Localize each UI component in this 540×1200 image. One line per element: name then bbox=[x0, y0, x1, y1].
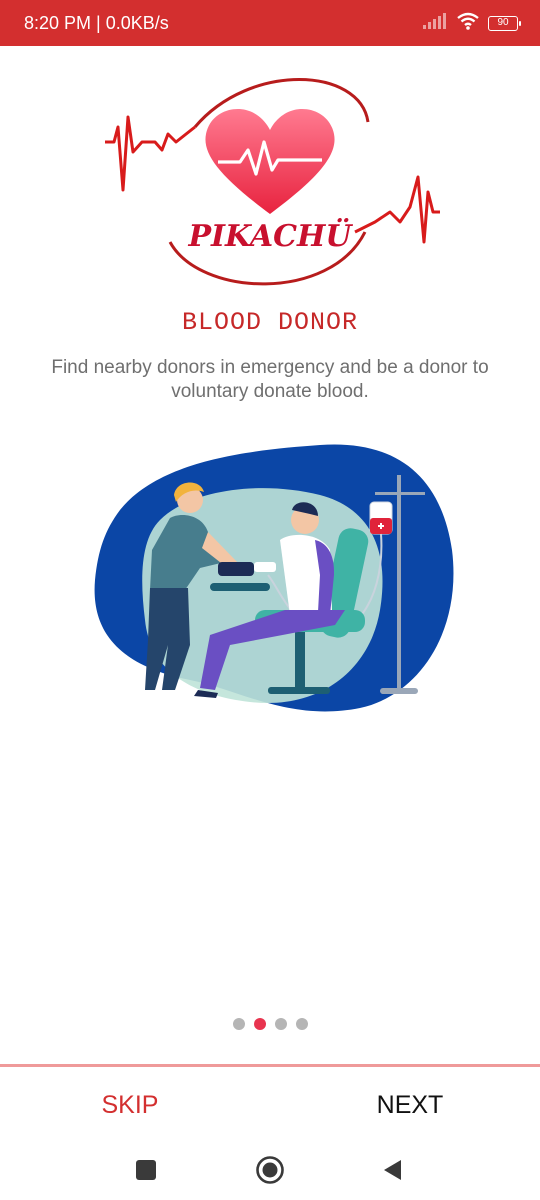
recent-apps-icon[interactable] bbox=[128, 1152, 164, 1188]
page-indicator-dot[interactable] bbox=[232, 1018, 245, 1030]
page-indicator-dot[interactable] bbox=[295, 1018, 308, 1030]
signal-icon bbox=[422, 12, 448, 34]
wifi-icon bbox=[456, 12, 480, 35]
page-description: Find nearby donors in emergency and be a… bbox=[51, 357, 489, 402]
back-icon[interactable] bbox=[374, 1152, 410, 1188]
blood-donation-illustration bbox=[90, 440, 460, 720]
page-indicator bbox=[0, 1018, 540, 1030]
next-button[interactable]: NEXT bbox=[320, 1080, 500, 1130]
battery-icon: 90 bbox=[488, 15, 521, 31]
home-icon[interactable] bbox=[252, 1152, 288, 1188]
status-time: 8:20 PM | 0.0KB/s bbox=[24, 12, 169, 33]
brand-text: PIKACHÜ bbox=[187, 217, 353, 254]
page-title: BLOOD DONOR bbox=[181, 308, 359, 337]
system-nav-bar bbox=[0, 1138, 540, 1200]
status-bar: 8:20 PM | 0.0KB/s 90 bbox=[0, 0, 540, 46]
footer-divider bbox=[0, 1064, 540, 1067]
status-icons: 90 bbox=[422, 12, 521, 35]
page-indicator-dot-active[interactable] bbox=[253, 1018, 266, 1030]
page-indicator-dot[interactable] bbox=[274, 1018, 287, 1030]
battery-level: 90 bbox=[497, 16, 509, 28]
app-logo: PIKACHÜ bbox=[100, 72, 445, 294]
skip-button[interactable]: SKIP bbox=[40, 1080, 220, 1130]
